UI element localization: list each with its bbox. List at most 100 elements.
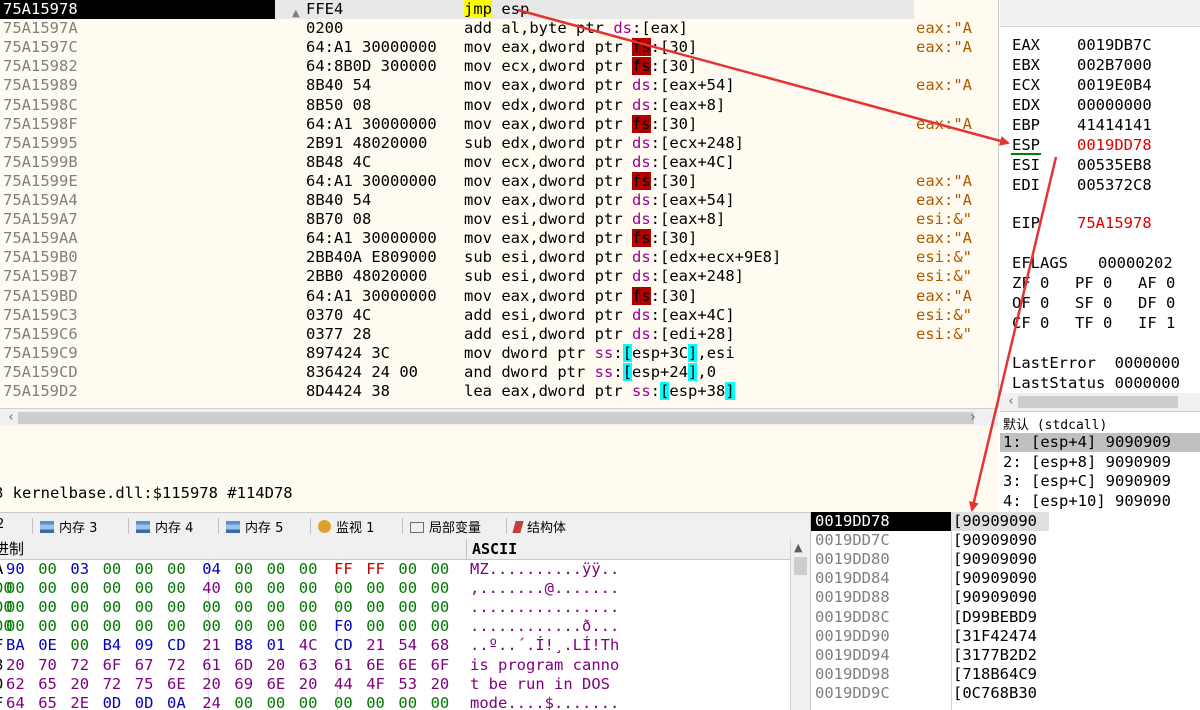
hex-byte[interactable]: 4C — [299, 636, 318, 654]
hex-byte[interactable]: 00 — [366, 598, 385, 616]
register-value-eip[interactable]: 75A15978 — [1077, 214, 1152, 232]
hex-byte[interactable]: 00 — [431, 598, 450, 616]
call-arg-row[interactable]: 4: [esp+10] 909090 — [1000, 492, 1200, 511]
dump-row[interactable]: F64 65 2E 0D 0D 0A 24 00 00 00 00 00 00 00 mode....$..… — [0, 694, 790, 710]
register-value-edx[interactable]: 00000000 — [1077, 96, 1152, 114]
hex-byte[interactable]: 2E — [70, 694, 89, 710]
disasm-row[interactable]: 75A159C9 897424 3C mov dword ptr ss:[esp+3… — [0, 343, 998, 363]
hex-byte[interactable]: 00 — [366, 694, 385, 710]
hex-byte[interactable]: 00 — [299, 598, 318, 616]
disasm-row[interactable]: 75A1597C 64:A1 30000000 mov eax,dword ptr … — [0, 38, 998, 57]
ascii-text[interactable]: ............ð... — [470, 617, 619, 635]
hex-byte[interactable]: 00 — [38, 560, 57, 578]
hex-byte[interactable]: 03 — [70, 560, 89, 578]
flag-value[interactable]: ZF 0 — [1012, 274, 1049, 292]
hex-byte[interactable]: 0D — [135, 694, 154, 710]
hex-byte[interactable]: 00 — [299, 579, 318, 597]
hex-byte[interactable]: 0A — [167, 694, 186, 710]
hex-byte[interactable]: 00 — [398, 694, 417, 710]
hex-byte[interactable]: 4F — [366, 675, 385, 693]
hex-byte[interactable]: 00 — [234, 598, 253, 616]
hex-byte[interactable]: 67 — [135, 656, 154, 674]
call-arg-row[interactable]: 1: [esp+4] 9090909 — [1000, 433, 1200, 452]
call-arg-row[interactable]: 3: [esp+C] 9090909 — [1000, 472, 1200, 491]
hex-byte[interactable]: 00 — [70, 617, 89, 635]
flag-value[interactable]: CF 0 — [1012, 314, 1049, 332]
register-name-edi[interactable]: EDI — [1012, 176, 1040, 194]
hex-byte[interactable]: 00 — [38, 598, 57, 616]
scroll-thumb[interactable] — [794, 557, 807, 575]
hex-byte[interactable]: 54 — [398, 636, 417, 654]
flag-value[interactable]: SF 0 — [1075, 294, 1112, 312]
hex-byte[interactable]: CD — [334, 636, 353, 654]
disasm-row[interactable]: 75A159C3 0370 4C add esi,dword ptr ds:[eax… — [0, 306, 998, 325]
hex-byte[interactable]: 00 — [431, 579, 450, 597]
hex-byte[interactable]: 00 — [366, 617, 385, 635]
disassembly-pane[interactable]: ▲ 75A15978 FFE4 jmp esp 75A1597A 0200 add al,b… — [0, 0, 999, 408]
register-value-edi[interactable]: 005372C8 — [1077, 176, 1152, 194]
hex-byte[interactable]: 6E — [398, 656, 417, 674]
disasm-row[interactable]: 75A1598F 64:A1 30000000 mov eax,dword ptr … — [0, 114, 998, 134]
hex-byte[interactable]: 00 — [103, 617, 122, 635]
hex-byte[interactable]: 01 — [267, 636, 286, 654]
hex-byte[interactable]: 00 — [398, 579, 417, 597]
hex-byte[interactable]: 62 — [6, 675, 25, 693]
hex-byte[interactable]: 53 — [398, 675, 417, 693]
flag-value[interactable]: AF 0 — [1138, 274, 1175, 292]
hex-byte[interactable]: 00 — [334, 598, 353, 616]
stack-row[interactable]: 0019DD8C [D99BEBD9 — [811, 608, 1200, 627]
register-name-ebp[interactable]: EBP — [1012, 116, 1040, 134]
disasm-row[interactable]: 75A1599E 64:A1 30000000 mov eax,dword ptr … — [0, 171, 998, 191]
hex-byte[interactable]: F — [0, 636, 3, 654]
register-value-esp[interactable]: 0019DD78 — [1077, 136, 1152, 154]
hex-byte[interactable]: 20 — [299, 675, 318, 693]
hex-byte[interactable]: 61 — [334, 656, 353, 674]
tab-内存-4[interactable]: 内存 4 — [136, 517, 193, 537]
hex-byte[interactable]: 0D — [103, 694, 122, 710]
hex-byte[interactable]: 00 — [398, 560, 417, 578]
disasm-row[interactable]: 75A15982 64:8B0D 300000 mov ecx,dword ptr … — [0, 57, 998, 76]
hex-byte[interactable]: 00 — [70, 579, 89, 597]
calling-convention-label[interactable]: 默认 (stdcall) — [1003, 414, 1107, 433]
hex-byte[interactable]: 09 — [135, 636, 154, 654]
hex-byte[interactable]: 65 — [38, 694, 57, 710]
dump-row[interactable]: 000000000000000000000000000000..........… — [0, 598, 790, 617]
hex-byte[interactable]: 68 — [431, 636, 450, 654]
disassembly-horizontal-scrollbar[interactable]: ‹ › — [0, 408, 998, 427]
hex-byte[interactable]: BA — [6, 636, 25, 654]
hex-byte[interactable]: 00 — [135, 560, 154, 578]
register-name-ebx[interactable]: EBX — [1012, 56, 1040, 74]
hex-byte[interactable]: 63 — [299, 656, 318, 674]
stack-row[interactable]: 0019DD80 [90909090 — [811, 550, 1200, 569]
hex-byte[interactable]: 72 — [103, 675, 122, 693]
hex-byte[interactable]: 0E — [38, 636, 57, 654]
hex-byte[interactable]: B4 — [103, 636, 122, 654]
hex-byte[interactable]: 00 — [103, 579, 122, 597]
disasm-row[interactable]: 75A159CD 836424 24 00 and dword ptr ss:[es… — [0, 362, 998, 382]
stack-row[interactable]: 0019DD7C [90909090 — [811, 531, 1200, 550]
stack-row[interactable]: 0019DD94 [3177B2D2 — [811, 646, 1200, 665]
hex-byte[interactable]: 00 — [202, 617, 221, 635]
disasm-row[interactable]: 75A15995 2B91 48020000 sub edx,dword ptr d… — [0, 134, 998, 153]
disasm-row[interactable]: 75A1599B 8B48 4C mov ecx,dword ptr ds:[eax… — [0, 153, 998, 172]
disasm-row[interactable]: 75A159A4 8B40 54 mov eax,dword ptr ds:[eax… — [0, 191, 998, 210]
flag-value[interactable]: IF 1 — [1138, 314, 1175, 332]
hex-byte[interactable]: 00 — [70, 598, 89, 616]
hex-byte[interactable]: 64 — [6, 694, 25, 710]
register-name-ecx[interactable]: ECX — [1012, 76, 1040, 94]
hex-byte[interactable]: 00 — [167, 617, 186, 635]
hex-byte[interactable]: 00 — [167, 598, 186, 616]
ascii-text[interactable]: ................ — [470, 598, 619, 616]
hex-byte[interactable]: 72 — [70, 656, 89, 674]
hex-byte[interactable]: 20 — [6, 656, 25, 674]
ascii-text[interactable]: ..º..´.Í!¸.LÍ!Th — [470, 636, 619, 654]
hex-byte[interactable]: 00 — [234, 617, 253, 635]
register-value-esi[interactable]: 00535EB8 — [1077, 156, 1152, 174]
tab-局部变量[interactable]: 局部变量 — [410, 517, 481, 537]
hex-byte[interactable]: 6E — [267, 675, 286, 693]
hex-byte[interactable]: 20 — [70, 675, 89, 693]
hex-byte[interactable]: 00 — [267, 560, 286, 578]
hex-byte[interactable]: A — [0, 560, 3, 578]
dump-row[interactable]: 82070726F6772616D2063616E6E6Fis program … — [0, 656, 790, 675]
tab-内存-5[interactable]: 内存 5 — [226, 517, 283, 537]
